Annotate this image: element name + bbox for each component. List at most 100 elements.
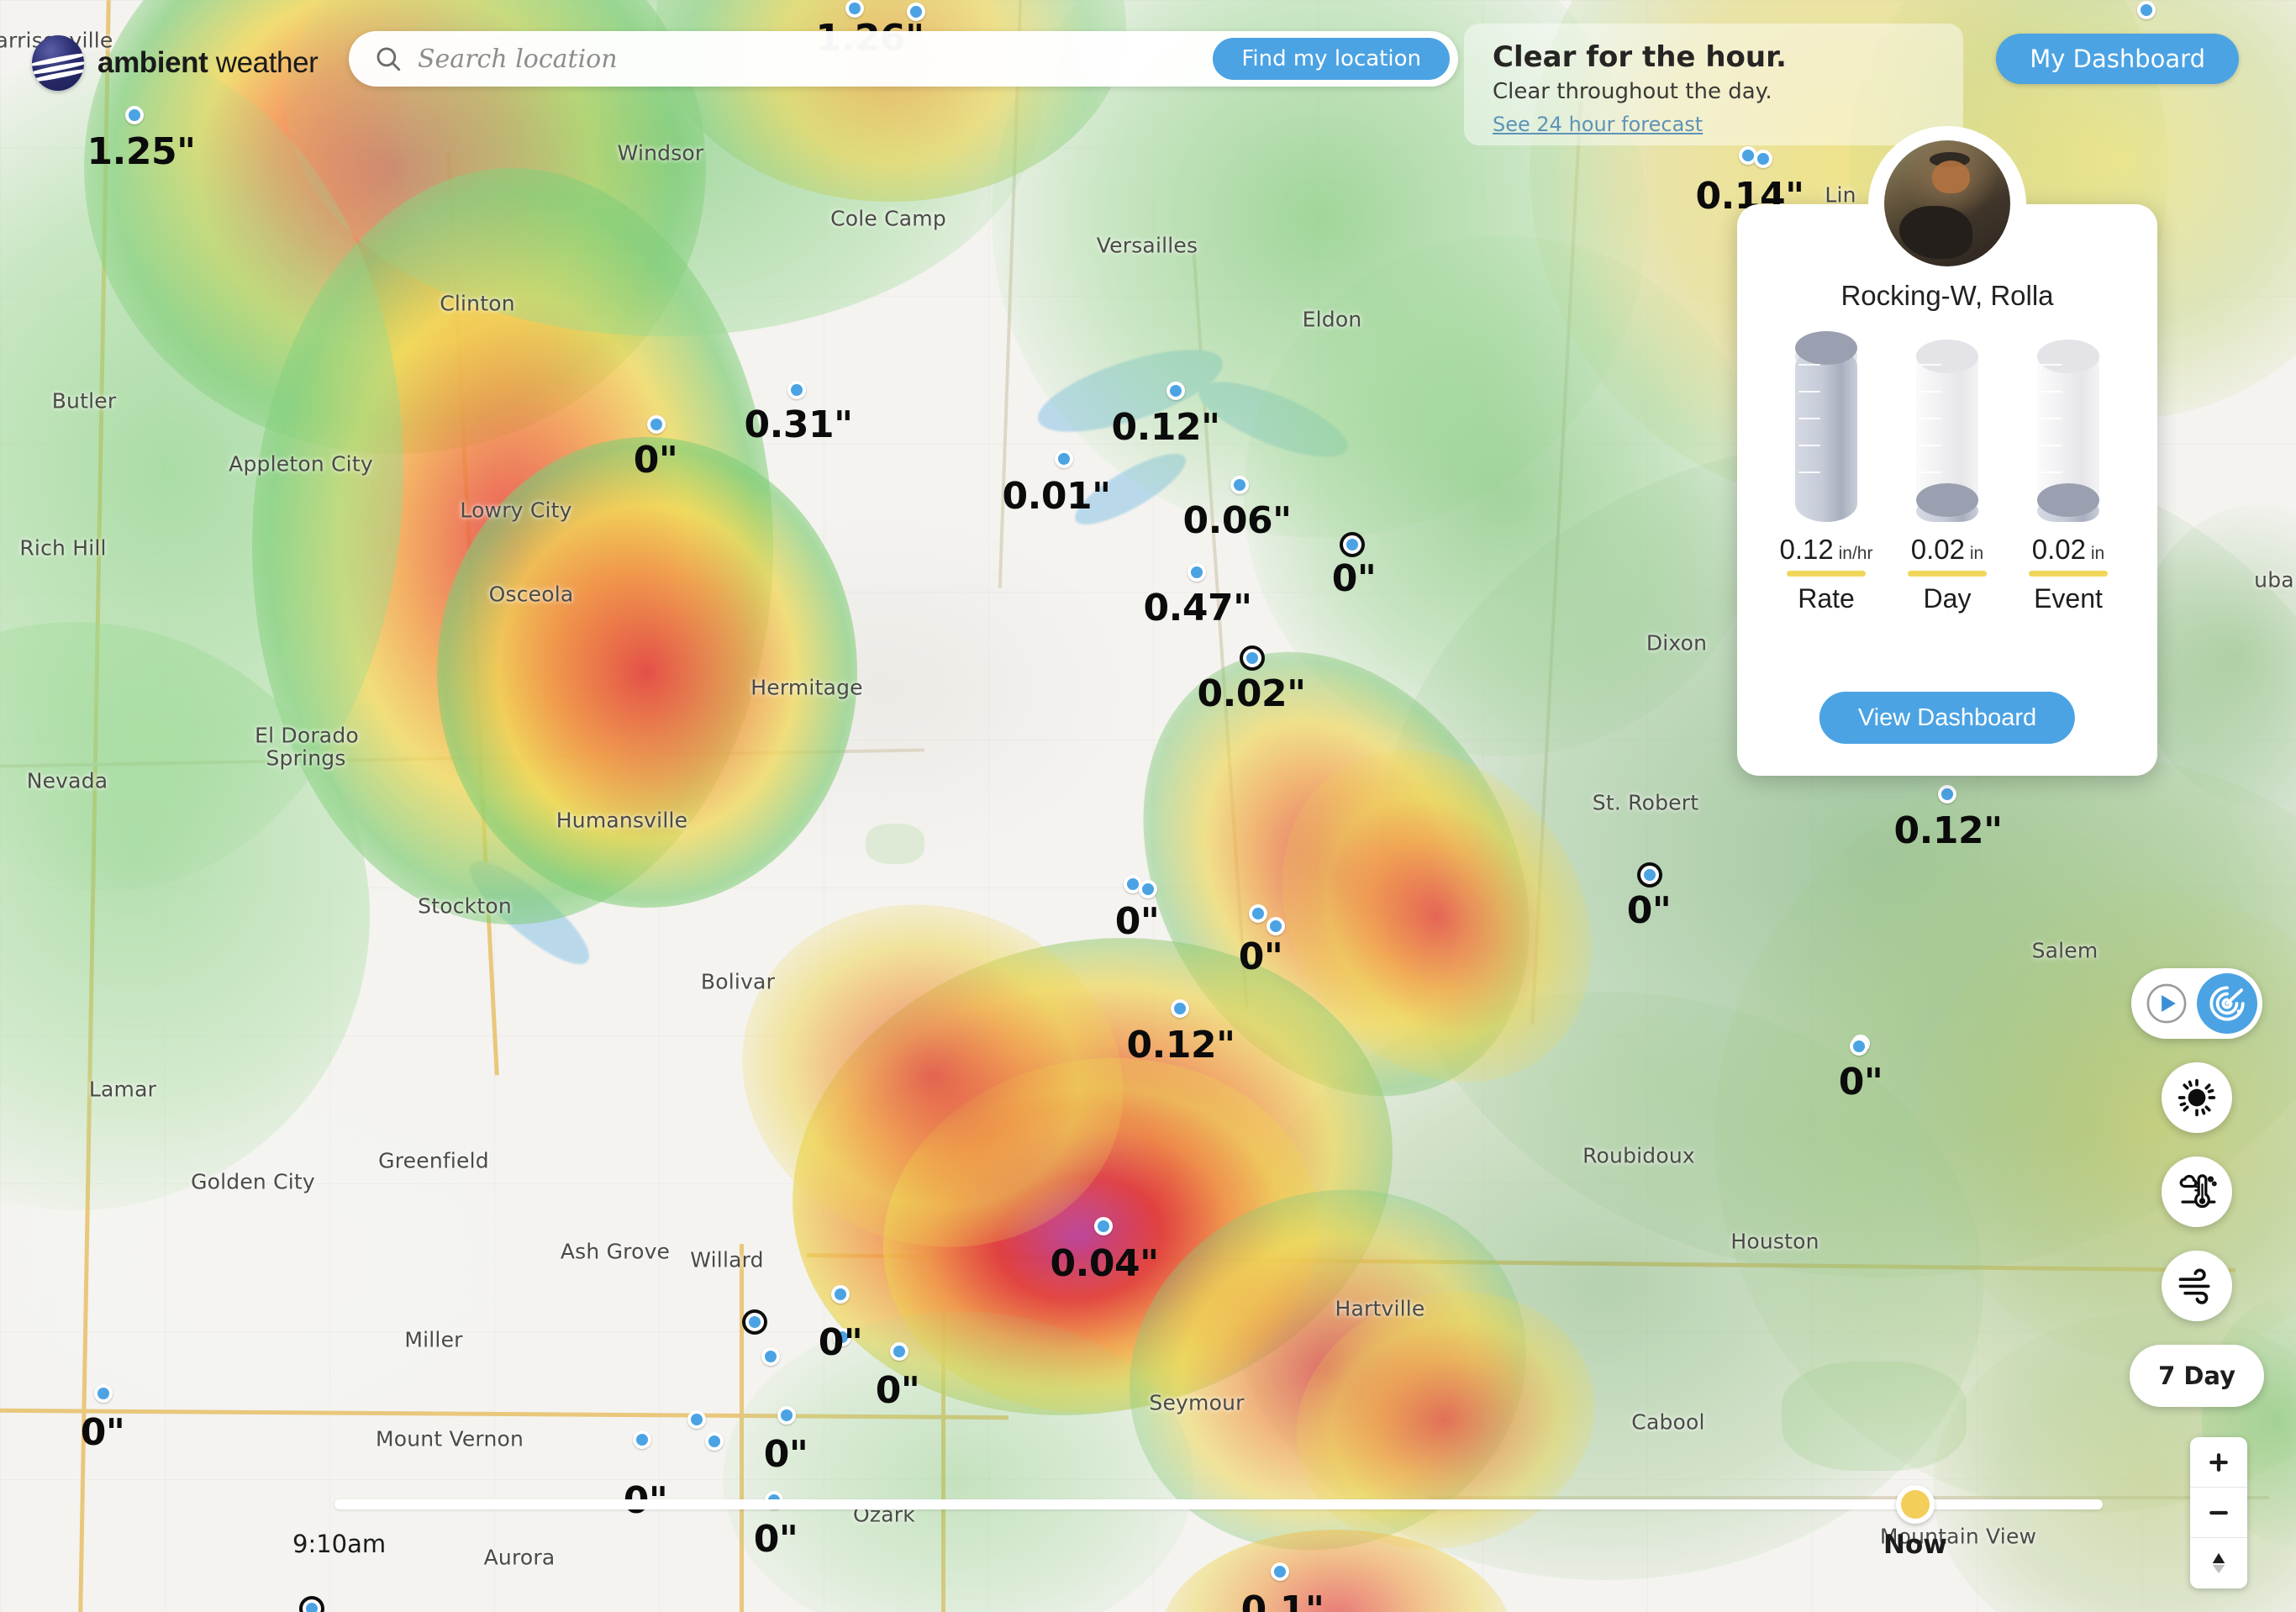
weather-station-marker[interactable] <box>1754 150 1772 168</box>
weather-station-marker[interactable] <box>1171 999 1189 1018</box>
weather-station-marker[interactable] <box>787 381 806 399</box>
play-button[interactable] <box>2136 973 2197 1034</box>
my-dashboard-button[interactable]: My Dashboard <box>1996 34 2239 84</box>
weather-station-marker[interactable] <box>1187 563 1206 582</box>
zoom-in-button[interactable] <box>2190 1437 2247 1488</box>
playback-radar-toggle[interactable] <box>2131 968 2263 1039</box>
search-input[interactable] <box>418 44 1214 74</box>
map-zoom-controls <box>2190 1437 2247 1588</box>
city-label: Butler <box>51 388 117 414</box>
radar-layer-toggle-button[interactable] <box>2197 973 2258 1034</box>
city-label: Lamar <box>88 1077 157 1102</box>
temperature-layer-button[interactable] <box>2162 1156 2233 1227</box>
gauge-number: 0.02 <box>2031 534 2087 565</box>
compass-tilt-icon <box>2212 1552 2225 1574</box>
play-icon <box>2146 983 2187 1024</box>
weather-station-marker[interactable] <box>745 1313 764 1331</box>
city-label: Stockton <box>418 893 512 919</box>
radar-timeline[interactable]: 9:10am Now <box>292 1485 2103 1560</box>
search-bar[interactable]: Find my location <box>349 31 1458 87</box>
see-24-hour-forecast-link[interactable]: See 24 hour forecast <box>1493 113 1703 136</box>
station-dot-icon <box>831 1285 850 1304</box>
radar-icon <box>2209 986 2245 1021</box>
city-label: Humansville <box>556 808 688 833</box>
station-dot-icon <box>303 1599 321 1612</box>
weather-station-marker[interactable] <box>831 1285 850 1304</box>
zoom-out-button[interactable] <box>2190 1488 2247 1538</box>
city-label: Greenfield <box>378 1148 489 1173</box>
city-label: Lowry City <box>460 498 572 523</box>
user-avatar-photo-icon[interactable] <box>1884 140 2010 266</box>
weather-map-app: HarrisonvilleWindsorCole CampVersaillesE… <box>0 0 2296 1612</box>
timeline-knob[interactable] <box>1895 1485 1935 1524</box>
station-dot-icon <box>1271 1562 1289 1581</box>
city-label: Rich Hill <box>19 535 107 561</box>
gauge-label: Event <box>2034 583 2103 614</box>
station-dot-icon <box>1850 1037 1868 1056</box>
city-label: Mount Vernon <box>375 1426 524 1451</box>
weather-station-marker[interactable] <box>1139 880 1157 898</box>
weather-station-marker[interactable] <box>1343 535 1361 554</box>
brand-logo[interactable]: ambient weather <box>32 35 319 91</box>
city-label: Golden City <box>191 1169 315 1194</box>
weather-station-marker[interactable] <box>125 106 144 124</box>
station-dot-icon <box>1139 880 1157 898</box>
weather-station-marker[interactable] <box>1266 917 1285 935</box>
forecast-summary-panel: Clear for the hour. Clear throughout the… <box>1464 24 1963 145</box>
gauge-cylinder-icon <box>1795 330 1857 522</box>
plus-icon <box>2209 1452 2228 1472</box>
station-rainfall-label: 0" <box>633 439 678 482</box>
weather-station-marker[interactable] <box>1249 904 1267 923</box>
station-rainfall-label: 0" <box>1238 935 1283 978</box>
city-label: Willard <box>690 1247 764 1272</box>
station-dot-icon <box>1938 785 1956 803</box>
gauge-unit: in <box>2086 544 2105 563</box>
weather-station-marker[interactable] <box>1271 1562 1289 1581</box>
weather-station-marker[interactable] <box>890 1342 908 1361</box>
weather-station-marker[interactable] <box>777 1406 796 1425</box>
city-label: Hermitage <box>750 675 863 700</box>
weather-station-marker[interactable] <box>1094 1217 1113 1235</box>
weather-station-marker[interactable] <box>94 1384 113 1403</box>
city-label: Bolivar <box>700 969 776 994</box>
wind-icon <box>2178 1268 2210 1304</box>
weather-station-marker[interactable] <box>1230 476 1249 494</box>
gauge-accent-rule <box>1787 571 1866 577</box>
city-label: Houston <box>1730 1229 1819 1254</box>
station-name: Rocking-W, Rolla <box>1840 280 2054 311</box>
view-dashboard-button[interactable]: View Dashboard <box>1819 692 2076 744</box>
city-label: Hartville <box>1335 1296 1425 1321</box>
station-dot-icon <box>705 1432 724 1451</box>
weather-station-marker[interactable] <box>687 1410 706 1429</box>
station-dot-icon <box>1243 649 1261 667</box>
weather-station-marker[interactable] <box>1938 785 1956 803</box>
find-my-location-button[interactable]: Find my location <box>1213 38 1450 80</box>
timeline-track[interactable] <box>334 1499 2103 1509</box>
weather-station-marker[interactable] <box>845 0 864 18</box>
weather-station-marker[interactable] <box>647 415 666 434</box>
weather-station-marker[interactable] <box>1055 450 1073 468</box>
wind-layer-button[interactable] <box>2162 1251 2233 1321</box>
weather-station-marker[interactable] <box>705 1432 724 1451</box>
weather-station-marker[interactable] <box>2137 1 2156 19</box>
weather-station-marker[interactable] <box>1243 649 1261 667</box>
weather-station-marker[interactable] <box>1640 866 1659 884</box>
city-label: Roubidoux <box>1582 1143 1695 1168</box>
station-rainfall-label: 0" <box>1331 557 1377 600</box>
city-label: Cole Camp <box>830 206 946 231</box>
gauge-label: Day <box>1923 583 1972 614</box>
station-dot-icon <box>1754 150 1772 168</box>
weather-station-marker[interactable] <box>1850 1037 1868 1056</box>
weather-station-marker[interactable] <box>761 1347 780 1366</box>
weather-station-marker[interactable] <box>303 1599 321 1612</box>
station-rainfall-label: 1.25" <box>87 130 196 173</box>
seven-day-button[interactable]: 7 Day <box>2130 1345 2264 1407</box>
weather-station-marker[interactable] <box>633 1430 651 1449</box>
weather-station-marker[interactable] <box>1166 382 1185 400</box>
solar-layer-button[interactable] <box>2162 1062 2233 1133</box>
station-rainfall-label: 0.12" <box>1893 809 2003 852</box>
brand-name-bold: ambient <box>97 46 208 79</box>
map-tilt-button[interactable] <box>2190 1538 2247 1588</box>
rain-gauge-group: 0.12 in/hr Rate 0.02 in Day 0.02 in Event <box>1737 330 2157 614</box>
station-dot-icon <box>647 415 666 434</box>
